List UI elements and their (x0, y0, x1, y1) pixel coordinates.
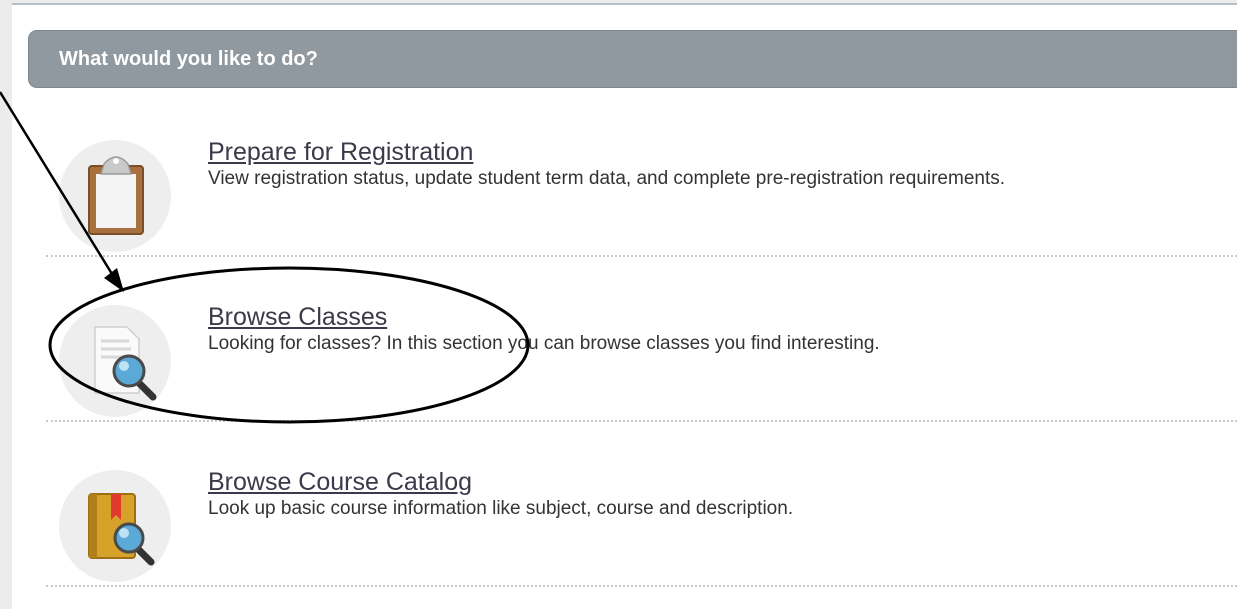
section-header: What would you like to do? (28, 30, 1237, 88)
list-item-prepare-registration: Prepare for Registration View registrati… (46, 110, 1237, 257)
browse-catalog-description: Look up basic course information like su… (208, 498, 794, 519)
prepare-registration-link[interactable]: Prepare for Registration (208, 138, 473, 167)
browse-classes-link[interactable]: Browse Classes (208, 303, 387, 332)
clipboard-icon[interactable] (59, 140, 171, 252)
section-header-title: What would you like to do? (59, 48, 318, 70)
document-search-icon[interactable] (59, 305, 171, 417)
list-item-browse-classes: Browse Classes Looking for classes? In t… (46, 275, 1237, 422)
book-search-icon[interactable] (59, 470, 171, 582)
browse-classes-description: Looking for classes? In this section you… (208, 333, 880, 354)
browse-catalog-link[interactable]: Browse Course Catalog (208, 468, 472, 497)
prepare-registration-description: View registration status, update student… (208, 168, 1006, 189)
list-item-browse-catalog: Browse Course Catalog Look up basic cour… (46, 440, 1237, 587)
